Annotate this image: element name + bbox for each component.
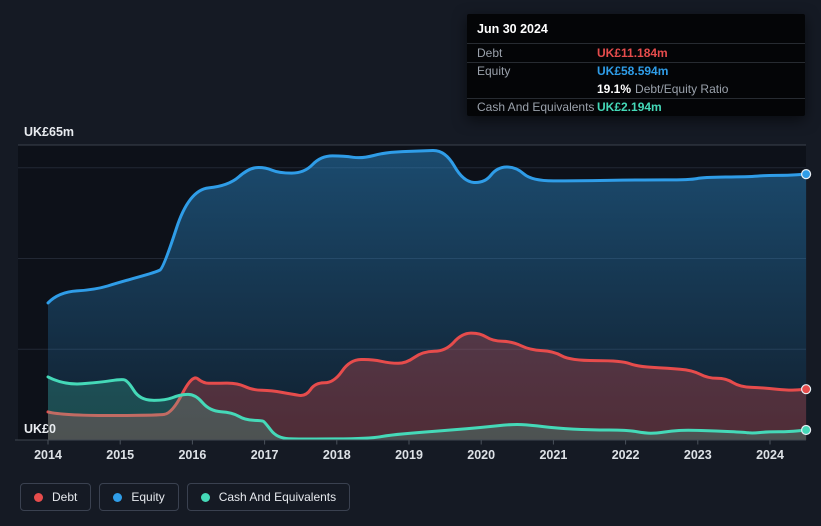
x-tick-label-2017: 2017 bbox=[251, 448, 279, 462]
tooltip-equity-label: Equity bbox=[477, 64, 511, 79]
tooltip-date: Jun 30 2024 bbox=[467, 14, 805, 44]
x-tick-label-2022: 2022 bbox=[612, 448, 640, 462]
legend-item-equity[interactable]: Equity bbox=[99, 483, 179, 511]
y-axis-max-label: UK£65m bbox=[24, 125, 74, 139]
x-tick-label-2016: 2016 bbox=[178, 448, 206, 462]
tooltip-debt-row: Debt UK£11.184m bbox=[467, 44, 805, 63]
tooltip-cash-row: Cash And Equivalents UK£2.194m bbox=[467, 99, 805, 117]
tooltip-ratio-percent: 19.1% bbox=[597, 81, 632, 96]
tooltip-ratio-label: Debt/Equity Ratio bbox=[635, 81, 729, 96]
equity-end-marker bbox=[800, 169, 812, 180]
tooltip-cash-label: Cash And Equivalents bbox=[477, 100, 595, 115]
x-tick-label-2014: 2014 bbox=[34, 448, 62, 462]
x-axis bbox=[15, 439, 806, 445]
x-tick-label-2018: 2018 bbox=[323, 448, 351, 462]
y-axis-zero-label: UK£0 bbox=[24, 422, 56, 436]
tooltip-cash-value: UK£2.194m bbox=[597, 100, 662, 115]
x-tick-label-2020: 2020 bbox=[467, 448, 495, 462]
tooltip-debt-value: UK£11.184m bbox=[597, 45, 668, 60]
equity-dot-icon bbox=[113, 492, 123, 502]
legend-debt-label: Debt bbox=[52, 490, 78, 504]
legend-equity-label: Equity bbox=[131, 490, 165, 504]
cash-end-marker bbox=[800, 424, 812, 436]
x-tick-label-2024: 2024 bbox=[756, 448, 784, 462]
x-tick-label-2023: 2023 bbox=[684, 448, 712, 462]
x-tick-label-2021: 2021 bbox=[539, 448, 567, 462]
tooltip-ratio-row: 19.1% Debt/Equity Ratio bbox=[467, 80, 805, 99]
legend-item-cash[interactable]: Cash And Equivalents bbox=[186, 483, 351, 511]
cash-dot-icon bbox=[200, 492, 210, 502]
tooltip-ratio-value: 19.1% Debt/Equity Ratio bbox=[597, 82, 728, 96]
debt-end-marker bbox=[800, 384, 812, 395]
debt-equity-history-chart: 2014 2015 2016 2017 2018 2019 2020 2021 2022 2023… bbox=[0, 0, 821, 526]
tooltip-debt-label: Debt bbox=[477, 45, 503, 60]
tooltip-equity-row: Equity UK£58.594m bbox=[467, 63, 805, 81]
debt-dot-icon bbox=[34, 492, 43, 502]
legend-cash-label: Cash And Equivalents bbox=[218, 490, 337, 504]
x-tick-label-2015: 2015 bbox=[106, 448, 134, 462]
legend: Debt Equity Cash And Equivalents bbox=[20, 483, 351, 511]
date-tooltip: Jun 30 2024 Debt UK£11.184m Equity UK£58… bbox=[467, 14, 805, 116]
tooltip-equity-value: UK£58.594m bbox=[597, 64, 669, 79]
legend-item-debt[interactable]: Debt bbox=[20, 483, 92, 511]
x-tick-label-2019: 2019 bbox=[395, 448, 423, 462]
